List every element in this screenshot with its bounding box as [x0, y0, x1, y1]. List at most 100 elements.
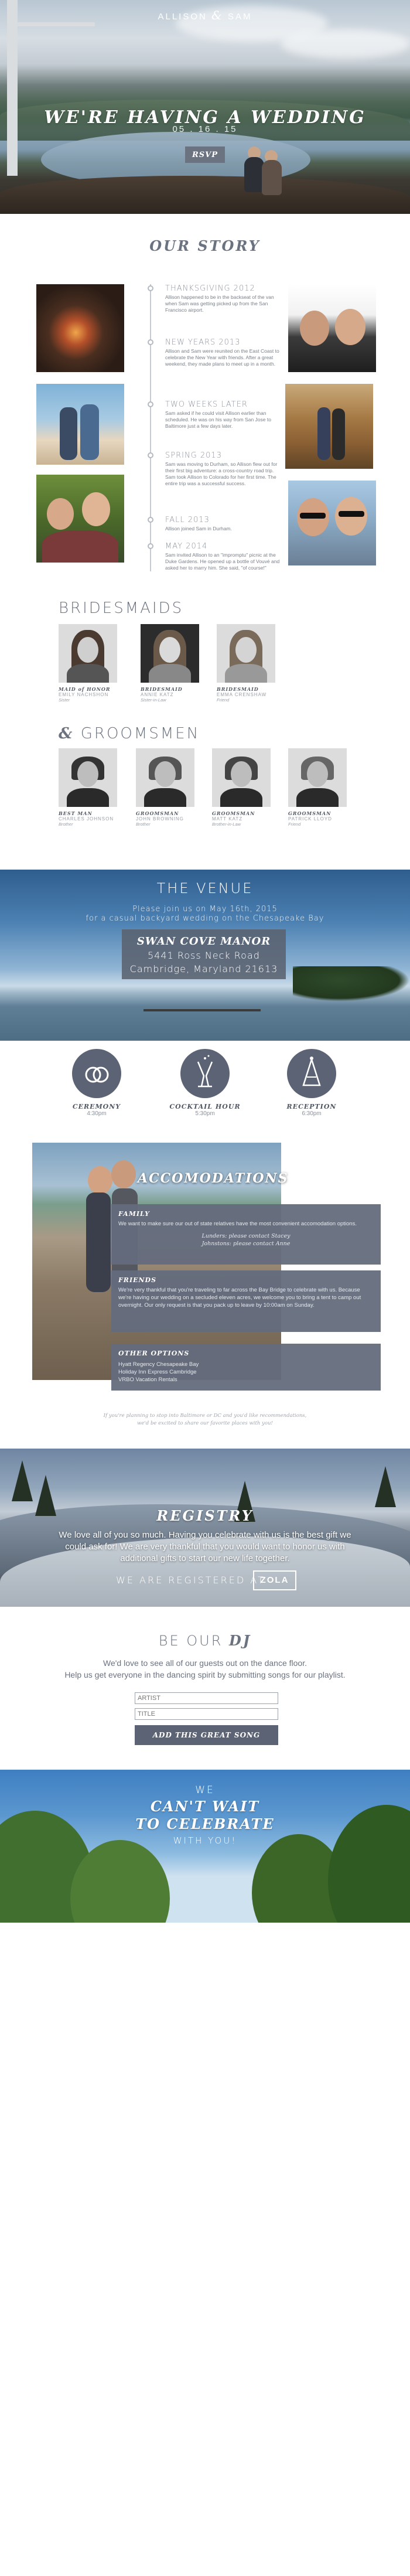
timeline-dot — [148, 452, 153, 458]
schedule-section: CEREMONY 4:30pm COCKTAIL HOUR 5:30pm REC… — [0, 1049, 410, 1137]
timeline-dot — [148, 543, 153, 549]
footer-with-you: WITH YOU! — [173, 1835, 237, 1846]
add-song-button[interactable]: ADD THIS GREAT SONG — [135, 1725, 278, 1745]
timeline-heading: THANKSGIVING 2012 — [165, 284, 255, 293]
rsvp-button[interactable]: RSVP — [185, 146, 225, 163]
member-role: BEST MAN — [59, 810, 93, 816]
member-photo — [212, 748, 271, 807]
party-member: GROOMSMAN PATRICK LLOYD Friend — [288, 748, 353, 827]
story-photo-couple — [36, 475, 124, 563]
event-time: 6:30pm — [302, 1110, 322, 1117]
recommendations-note: If you're planning to stop into Baltimor… — [0, 1412, 410, 1427]
friends-heading: FRIENDS — [118, 1276, 157, 1284]
member-photo — [59, 748, 117, 807]
event-time: 4:30pm — [87, 1110, 107, 1117]
member-role: BRIDESMAID — [141, 686, 183, 692]
recommendations-note-line2: we'd be excited to share our favorite pl… — [137, 1420, 273, 1426]
registry-title: REGISTRY — [156, 1507, 254, 1524]
timeline-dot — [148, 285, 153, 291]
wedding-date: 05 . 16 . 15 — [172, 124, 238, 134]
song-title-input[interactable] — [135, 1708, 278, 1720]
story-photo-beach — [36, 384, 124, 465]
party-member: GROOMSMAN JOHN BROWNING Brother — [136, 748, 200, 827]
timeline-text: Allison joined Sam in Durham. — [165, 526, 232, 531]
member-relation: Brother — [136, 822, 151, 827]
our-story-title: OUR STORY — [149, 237, 261, 254]
timeline-dot — [148, 339, 153, 345]
accomodations-other-card: OTHER OPTIONS Hyatt Regency Chesapeake B… — [111, 1344, 381, 1391]
family-text: We want to make sure our out of state re… — [118, 1221, 357, 1227]
other-option[interactable]: Hyatt Regency Chesapeake Bay — [118, 1361, 374, 1368]
rock-ledge — [0, 176, 410, 214]
timeline-heading: SPRING 2013 — [165, 451, 222, 460]
other-heading: OTHER OPTIONS — [118, 1350, 190, 1357]
event-time: 5:30pm — [195, 1110, 215, 1117]
footer-cant-wait-line: CAN'T WAIT — [150, 1798, 260, 1815]
party-member: BRIDESMAID EMMA CRENSHAW Friend — [217, 624, 281, 703]
timeline-dot — [148, 517, 153, 523]
timeline-item: TWO WEEKS LATER Sam asked if he could vi… — [148, 400, 281, 430]
member-role: MAID of HONOR — [59, 686, 111, 692]
member-relation: Brother-in-Law — [212, 822, 241, 827]
utility-pole-arm — [7, 22, 95, 26]
event-ceremony: CEREMONY 4:30pm — [56, 1049, 138, 1117]
other-option[interactable]: VRBO Vacation Rentals — [118, 1376, 374, 1384]
tree-line — [293, 966, 410, 1001]
member-role: GROOMSMAN — [136, 810, 179, 816]
bridesmaids-title: BRIDESMAIDS — [59, 599, 184, 617]
member-role: GROOMSMAN — [288, 810, 332, 816]
hero-section: ALLISON & SAM WE'RE HAVING A WEDDING 05 … — [0, 0, 410, 214]
registered-at-text: WE ARE REGISTERED AT — [116, 1575, 265, 1586]
footer-section: WE CAN'T WAIT TO CELEBRATE WITH YOU! — [0, 1770, 410, 1923]
timeline-item: FALL 2013 Allison joined Sam in Durham. — [148, 516, 281, 532]
family-contact-lunders[interactable]: Lunders: please contact Stacey — [118, 1232, 374, 1240]
family-contact-johnstons[interactable]: Johnstons: please contact Anne — [118, 1240, 374, 1248]
zola-registry-link[interactable]: ZOLA — [253, 1570, 296, 1590]
timeline-item: SPRING 2013 Sam was moving to Durham, so… — [148, 451, 281, 487]
other-option[interactable]: Holiday Inn Express Cambridge — [118, 1368, 374, 1376]
member-name: CHARLES JOHNSON — [59, 816, 114, 822]
dj-description: We'd love to see all of our guests out o… — [0, 1657, 410, 1681]
dj-title-prefix: BE OUR — [158, 1633, 223, 1649]
accomodations-friends-card: FRIENDS We're very thankful that you're … — [111, 1270, 381, 1332]
member-photo — [59, 624, 117, 683]
party-member: BEST MAN CHARLES JOHNSON Brother — [59, 748, 123, 827]
story-photo-fireplace — [36, 284, 124, 372]
our-story-section: OUR STORY THANKSGIVING 2012 Allison happ… — [0, 214, 410, 595]
brand-bride: ALLISON — [158, 12, 207, 22]
accomodations-family-card: FAMILY We want to make sure our out of s… — [111, 1204, 381, 1265]
venue-street: 5441 Ross Neck Road — [148, 950, 260, 961]
venue-name: SWAN COVE MANOR — [136, 935, 271, 948]
groomsmen-ampersand: & — [59, 725, 74, 742]
friends-text: We're very thankful that you're travelin… — [118, 1287, 361, 1309]
member-photo — [217, 624, 275, 683]
footer-we: WE — [195, 1784, 215, 1796]
timeline-item: MAY 2014 Sam invited Allison to an "impr… — [148, 542, 281, 571]
venue-invite-line1: Please join us on May 16th, 2015 — [132, 905, 278, 914]
brand-ampersand: & — [211, 8, 224, 22]
member-relation: Friend — [217, 697, 230, 703]
footer-cant-wait: CAN'T WAIT TO CELEBRATE — [0, 1798, 410, 1833]
artist-input[interactable] — [135, 1692, 278, 1704]
timeline-text: Sam was moving to Durham, so Allison fle… — [165, 461, 278, 486]
party-hat-icon — [287, 1049, 336, 1098]
registry-text: We love all of you so much. Having you c… — [59, 1530, 351, 1563]
timeline-item: NEW YEARS 2013 Allison and Sam were reun… — [148, 338, 281, 367]
event-label: RECEPTION — [286, 1103, 337, 1110]
venue-address-card[interactable]: SWAN COVE MANOR 5441 Ross Neck Road Camb… — [122, 929, 286, 979]
member-role: BRIDESMAID — [217, 686, 259, 692]
person — [244, 157, 264, 192]
member-name: MATT KATZ — [212, 816, 243, 822]
brand-groom: SAM — [228, 12, 252, 22]
member-name: JOHN BROWNING — [136, 816, 184, 822]
registry-section: REGISTRY We love all of you so much. Hav… — [0, 1449, 410, 1607]
champagne-icon — [180, 1049, 230, 1098]
family-heading: FAMILY — [118, 1210, 150, 1218]
story-photo-hike — [285, 384, 373, 469]
site-brand[interactable]: ALLISON & SAM — [0, 8, 410, 22]
pine-tree — [375, 1466, 396, 1507]
timeline-dot — [148, 401, 153, 407]
footer-to-celebrate-line: TO CELEBRATE — [135, 1815, 275, 1832]
timeline-heading: NEW YEARS 2013 — [165, 338, 241, 347]
member-name: EMMA CRENSHAW — [217, 692, 267, 697]
